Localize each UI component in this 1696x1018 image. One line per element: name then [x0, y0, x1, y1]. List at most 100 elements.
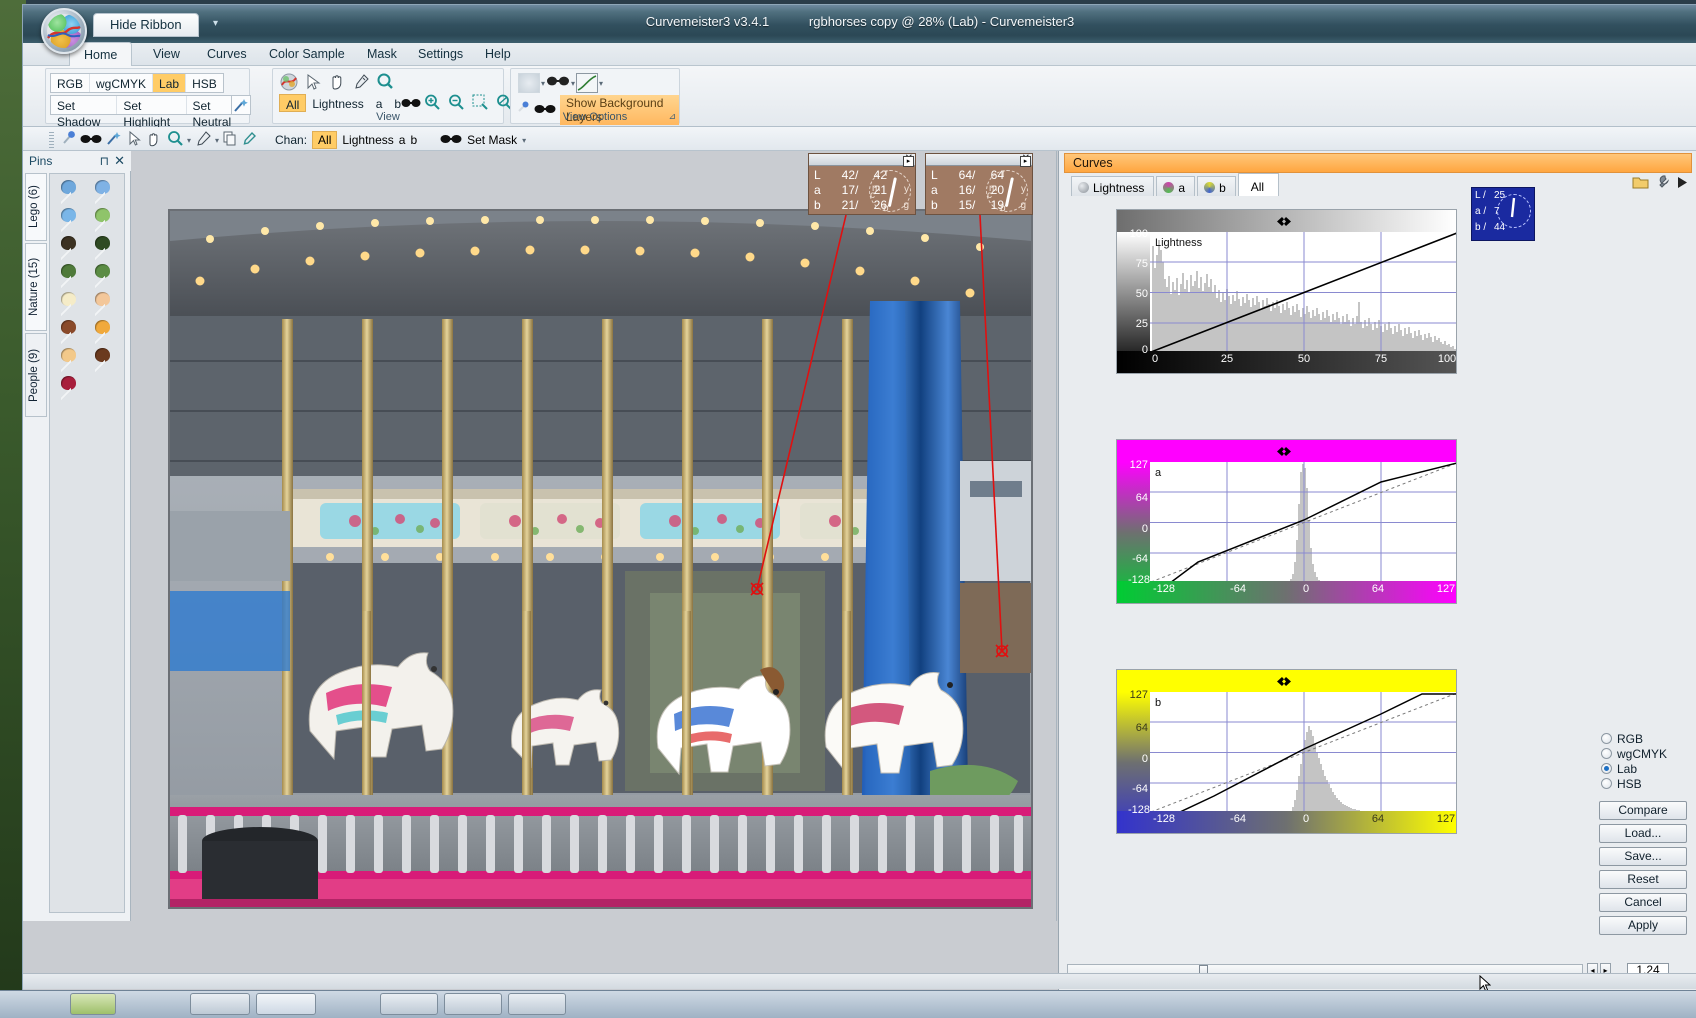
a-plot[interactable]: a [1150, 462, 1456, 581]
wrench-icon[interactable] [1655, 175, 1670, 192]
radio-lab-indicator[interactable] [1601, 763, 1612, 774]
curves-tab-a[interactable]: a [1156, 176, 1196, 196]
pin-item[interactable] [92, 208, 112, 234]
ribbon-tab-settings[interactable]: Settings [404, 43, 477, 66]
chevron-down-icon[interactable]: ▾ [522, 136, 526, 145]
hand-icon[interactable] [145, 130, 163, 150]
view-channel-all[interactable]: All [279, 94, 307, 112]
radio-rgb[interactable]: RGB [1601, 731, 1687, 746]
curve-preview-icon[interactable] [576, 73, 599, 93]
curves-tab-all[interactable]: All [1237, 173, 1280, 196]
curvemeister-icon[interactable] [279, 72, 301, 94]
set-mask-button[interactable]: Set Mask [467, 133, 517, 147]
set-shadow-button[interactable]: Set Shadow [51, 96, 118, 129]
app-orb-icon[interactable] [41, 8, 87, 54]
radio-wgcmyk[interactable]: wgCMYK [1601, 746, 1687, 761]
arrow-select-icon[interactable] [126, 130, 142, 150]
b-curve-handle[interactable] [1277, 675, 1291, 686]
pin-item[interactable] [92, 348, 112, 374]
taskbar-item-5[interactable] [444, 993, 502, 1015]
readout-2-expand-icon[interactable]: ▸ [1020, 156, 1031, 167]
magic-wand-icon[interactable] [231, 95, 251, 115]
pin-item[interactable] [58, 264, 78, 290]
mask-glasses-icon[interactable] [546, 73, 570, 93]
colorspace-chip-wgcmyk[interactable]: wgCMYK [90, 74, 154, 92]
mask-glasses-icon[interactable] [80, 132, 102, 149]
pin-item[interactable] [92, 180, 112, 206]
dialog-launcher-icon[interactable]: ⊿ [668, 111, 676, 122]
taskbar-item-3[interactable] [256, 993, 316, 1015]
magic-wand-icon[interactable] [105, 130, 123, 150]
image-canvas-area[interactable]: ✕ L a b 42 17 21 /// [132, 151, 1057, 921]
lightness-plot[interactable]: Lightness [1150, 232, 1456, 351]
chan-lightness[interactable]: Lightness [342, 133, 393, 147]
hand-icon[interactable] [327, 72, 349, 94]
load-button[interactable]: Load... [1599, 824, 1687, 843]
arrow-select-icon[interactable] [303, 72, 325, 94]
toolbar-grip[interactable] [49, 132, 54, 148]
pin-item[interactable] [92, 264, 112, 290]
pin-item[interactable] [58, 236, 78, 262]
a-curve-handle[interactable] [1277, 445, 1291, 456]
chevron-down-icon[interactable]: ▾ [187, 136, 191, 145]
pin-item[interactable] [92, 320, 112, 346]
pins-tab-people[interactable]: People (9) [25, 333, 47, 417]
taskbar-item-2[interactable] [190, 993, 250, 1015]
a-curve-graph[interactable]: 127 64 0 -64 -128 -128 -64 0 64 127 a [1116, 439, 1457, 604]
hide-ribbon-button[interactable]: Hide Ribbon [93, 13, 199, 37]
mask-glasses-icon[interactable] [440, 132, 462, 149]
quick-access-dropdown-icon[interactable]: ▾ [213, 18, 218, 29]
radio-hsb-indicator[interactable] [1601, 778, 1612, 789]
folder-open-icon[interactable] [1632, 175, 1649, 192]
lightness-curve-graph[interactable]: 100 75 50 25 0 0 25 50 75 100 Lightness [1116, 209, 1457, 374]
colorspace-chip-hsb[interactable]: HSB [186, 74, 223, 92]
copy-icon[interactable] [222, 130, 238, 150]
pins-tab-nature[interactable]: Nature (15) [25, 243, 47, 331]
color-readout-1[interactable]: ✕ L a b 42 17 21 /// [808, 153, 916, 215]
pin-item[interactable] [92, 292, 112, 318]
save-button[interactable]: Save... [1599, 847, 1687, 866]
ribbon-tab-curves[interactable]: Curves [193, 43, 261, 66]
chevron-down-icon[interactable]: ▾ [571, 79, 575, 88]
taskbar-item-4[interactable] [380, 993, 438, 1015]
colorspace-chip-rgb[interactable]: RGB [51, 74, 91, 92]
pin-item[interactable] [58, 320, 78, 346]
b-curve-graph[interactable]: 127 64 0 -64 -128 -128 -64 0 64 127 b [1116, 669, 1457, 834]
pin-item[interactable] [58, 376, 78, 402]
ribbon-tab-color-sample[interactable]: Color Sample [255, 43, 359, 66]
blur-preview-icon[interactable] [518, 73, 540, 93]
set-highlight-button[interactable]: Set Highlight [117, 96, 187, 129]
pins-close-button[interactable]: ✕ [114, 153, 125, 169]
radio-hsb[interactable]: HSB [1601, 776, 1687, 791]
color-readout-2[interactable]: ✕ L a b 64 16 15 /// [925, 153, 1033, 215]
compare-button[interactable]: Compare [1599, 801, 1687, 820]
chan-b[interactable]: b [410, 133, 417, 147]
pipette-icon[interactable] [241, 130, 257, 150]
carousel-photo[interactable] [168, 209, 1033, 909]
radio-wgcmyk-indicator[interactable] [1601, 748, 1612, 759]
pin-icon[interactable] [61, 130, 77, 150]
pin-item[interactable] [58, 348, 78, 374]
radio-lab[interactable]: Lab [1601, 761, 1687, 776]
curves-tab-b[interactable]: b [1197, 176, 1236, 196]
colorspace-chip-lab[interactable]: Lab [153, 74, 187, 92]
pins-pin-button[interactable]: ⊓ [100, 154, 109, 168]
chevron-down-icon[interactable]: ▾ [599, 79, 603, 88]
lightness-curve-handle[interactable] [1277, 215, 1291, 226]
ribbon-tab-view[interactable]: View [139, 43, 194, 66]
pin-item[interactable] [92, 236, 112, 262]
eyedropper-icon[interactable] [194, 130, 212, 150]
b-plot[interactable]: b [1150, 692, 1456, 811]
chevron-down-icon[interactable]: ▾ [215, 136, 219, 145]
curves-tab-lightness[interactable]: Lightness [1071, 176, 1155, 196]
magnifier-icon[interactable] [166, 130, 184, 150]
chevron-down-icon[interactable]: ▾ [541, 79, 545, 88]
view-channel-a[interactable]: a [370, 94, 389, 112]
pin-item[interactable] [58, 208, 78, 234]
ribbon-tab-help[interactable]: Help [471, 43, 525, 66]
apply-button[interactable]: Apply [1599, 916, 1687, 935]
view-channel-lightness[interactable]: Lightness [306, 94, 369, 112]
ribbon-tab-mask[interactable]: Mask [353, 43, 411, 66]
taskbar-item-6[interactable] [508, 993, 566, 1015]
pin-item[interactable] [58, 180, 78, 206]
